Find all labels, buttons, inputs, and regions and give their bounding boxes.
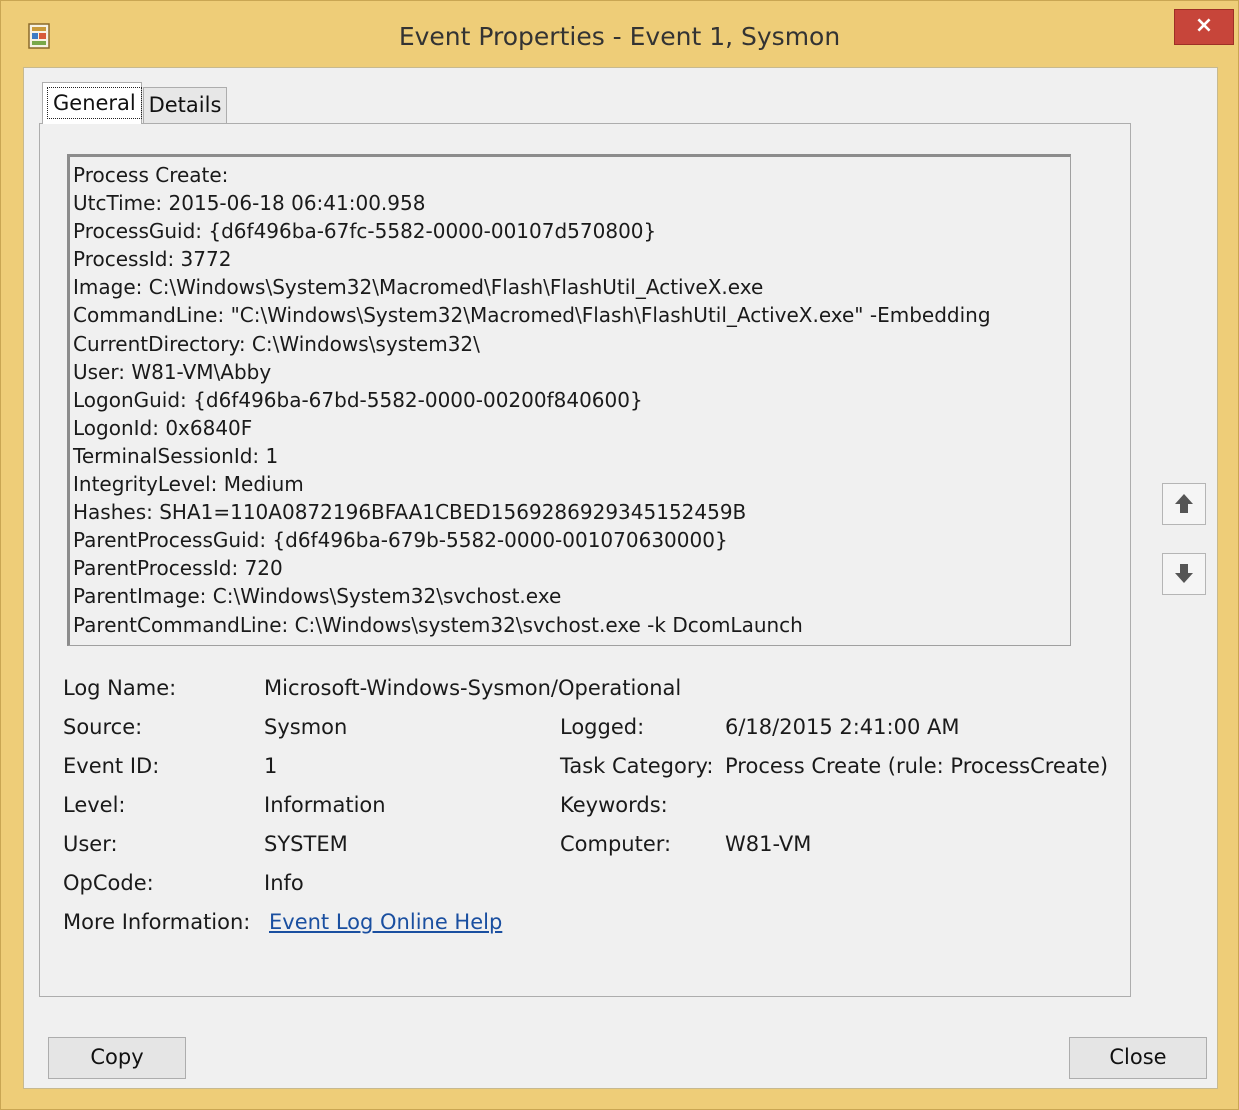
description-line: User: W81-VM\Abby xyxy=(73,359,272,384)
description-line: Process Create: xyxy=(73,163,229,187)
log-name-label: Log Name: xyxy=(63,676,177,700)
source-value: Sysmon xyxy=(264,715,348,739)
description-line: CurrentDirectory: C:\Windows\system32\ xyxy=(73,331,480,356)
log-name-value: Microsoft-Windows-Sysmon/Operational xyxy=(264,676,682,700)
general-tab-page: Process Create: UtcTime: 2015-06-18 06:4… xyxy=(39,123,1131,997)
keywords-label: Keywords: xyxy=(560,793,668,817)
level-value: Information xyxy=(264,793,386,817)
description-line: TerminalSessionId: 1 xyxy=(73,443,279,468)
window-title: Event Properties - Event 1, Sysmon xyxy=(398,22,841,51)
description-line: UtcTime: 2015-06-18 06:41:00.958 xyxy=(73,191,426,216)
task-category-label: Task Category: xyxy=(560,754,714,778)
previous-event-button[interactable] xyxy=(1162,483,1206,525)
close-window-button[interactable]: × xyxy=(1174,9,1234,45)
event-properties-window: Event Properties - Event 1, Sysmon × Gen… xyxy=(0,0,1239,1110)
description-line: ParentCommandLine: C:\Windows\system32\s… xyxy=(73,612,803,637)
next-event-button[interactable] xyxy=(1162,553,1206,595)
description-line: ProcessId: 3772 xyxy=(73,247,232,272)
description-line: CommandLine: "C:\Windows\System32\Macrom… xyxy=(73,303,991,328)
event-log-online-help-link[interactable]: Event Log Online Help xyxy=(269,908,502,936)
tab-general-label: General xyxy=(47,87,142,119)
copy-button[interactable]: Copy xyxy=(48,1037,186,1079)
description-line: IntegrityLevel: Medium xyxy=(73,472,304,497)
computer-value: W81-VM xyxy=(725,832,812,856)
level-label: Level: xyxy=(63,793,126,817)
more-information-label: More Information: xyxy=(63,910,251,934)
description-line: ParentProcessId: 720 xyxy=(73,556,283,581)
description-line: LogonId: 0x6840F xyxy=(73,415,253,440)
opcode-label: OpCode: xyxy=(63,871,154,895)
description-line: ParentImage: C:\Windows\System32\svchost… xyxy=(73,584,562,609)
logged-label: Logged: xyxy=(560,715,645,739)
opcode-value: Info xyxy=(264,871,304,895)
close-button[interactable]: Close xyxy=(1069,1037,1207,1079)
dialog-client-area: General Details Process Create: UtcTime:… xyxy=(23,67,1218,1089)
event-id-value: 1 xyxy=(264,754,278,778)
description-line: Hashes: SHA1=110A0872196BFAA1CBED1569286… xyxy=(73,500,747,525)
close-icon: × xyxy=(1194,13,1214,38)
logged-value: 6/18/2015 2:41:00 AM xyxy=(725,715,960,739)
event-id-label: Event ID: xyxy=(63,754,160,778)
tab-details[interactable]: Details xyxy=(143,87,227,123)
arrow-down-icon xyxy=(1175,564,1193,583)
user-label: User: xyxy=(63,832,118,856)
description-line: LogonGuid: {d6f496ba-67bd-5582-0000-0020… xyxy=(73,387,643,412)
tab-general[interactable]: General xyxy=(42,82,142,124)
description-line: Image: C:\Windows\System32\Macromed\Flas… xyxy=(73,275,764,300)
task-category-value: Process Create (rule: ProcessCreate) xyxy=(725,754,1109,778)
title-bar[interactable]: Event Properties - Event 1, Sysmon × xyxy=(1,1,1238,67)
user-value: SYSTEM xyxy=(264,832,348,856)
event-description-box[interactable]: Process Create: UtcTime: 2015-06-18 06:4… xyxy=(67,154,1071,646)
source-label: Source: xyxy=(63,715,143,739)
description-line: ProcessGuid: {d6f496ba-67fc-5582-0000-00… xyxy=(73,219,657,244)
computer-label: Computer: xyxy=(560,832,672,856)
description-line: ParentProcessGuid: {d6f496ba-679b-5582-0… xyxy=(73,528,728,553)
arrow-up-icon xyxy=(1175,494,1193,513)
